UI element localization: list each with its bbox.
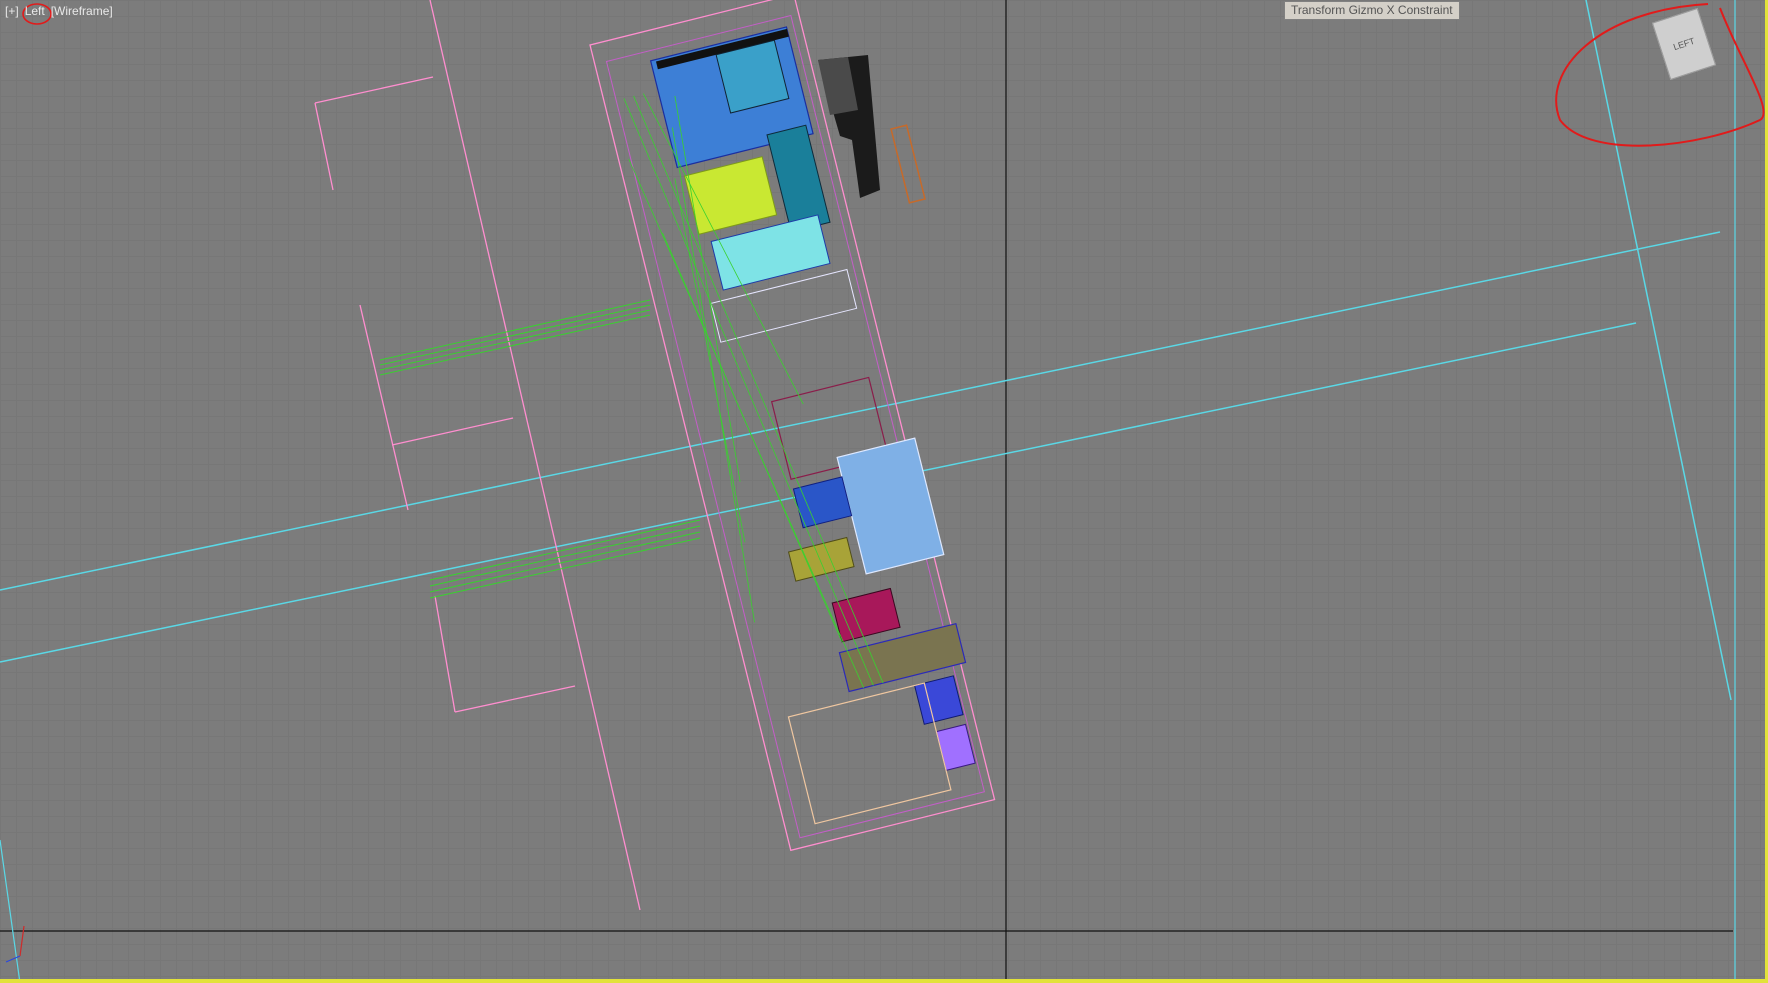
tooltip: Transform Gizmo X Constraint bbox=[1284, 1, 1460, 20]
wireframe-scene[interactable] bbox=[0, 0, 1768, 983]
active-viewport-border-bottom bbox=[0, 979, 1768, 983]
viewcube-face-label: LEFT bbox=[1671, 35, 1697, 53]
viewport-menu-button[interactable]: [+] bbox=[4, 4, 20, 18]
shading-mode-button[interactable]: [Wireframe] bbox=[50, 4, 114, 18]
viewport-left-wireframe[interactable]: [+] Left [Wireframe] Transform Gizmo X C… bbox=[0, 0, 1768, 983]
view-label-button[interactable]: Left bbox=[24, 4, 46, 18]
viewport-label-bar: [+] Left [Wireframe] bbox=[4, 4, 114, 18]
